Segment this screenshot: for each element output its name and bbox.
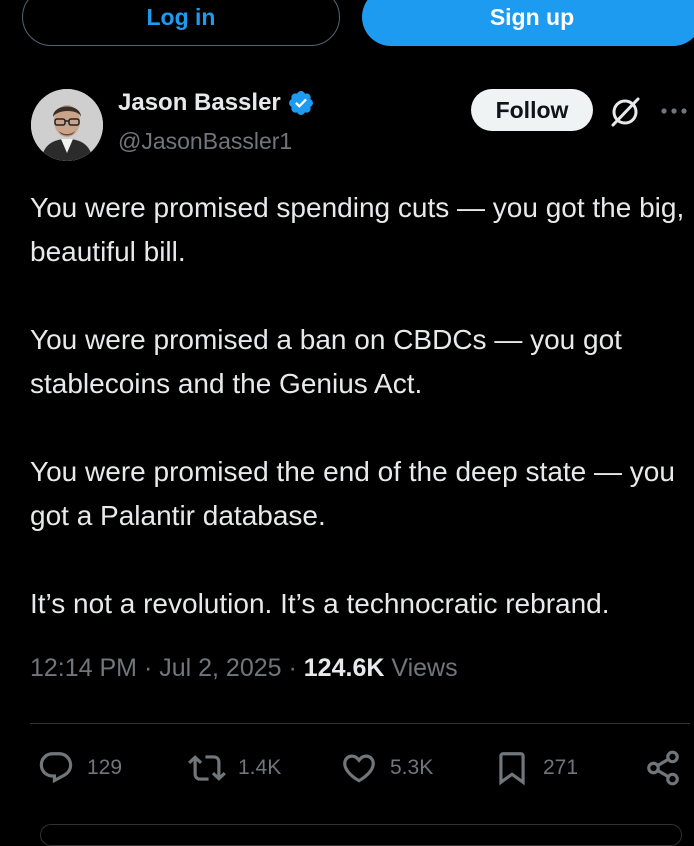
tweet-paragraph: You were promised the end of the deep st… — [30, 456, 675, 531]
bookmark-icon — [499, 752, 525, 786]
tweet-paragraph: It’s not a revolution. It’s a technocrat… — [30, 588, 610, 619]
login-button[interactable]: Log in — [22, 0, 340, 46]
next-card-edge — [40, 824, 682, 846]
meta-separator: · — [281, 654, 304, 682]
author-name-row[interactable]: Jason Bassler — [118, 89, 315, 117]
avatar[interactable] — [31, 89, 103, 161]
meta-separator: · — [137, 654, 160, 682]
views-count: 124.6K — [303, 654, 385, 682]
share-button[interactable] — [644, 749, 682, 787]
tweet-meta: 12:14 PM · Jul 2, 2025 · 124.6K Views — [30, 654, 458, 683]
repost-icon — [188, 755, 226, 781]
like-count: 5.3K — [390, 756, 434, 779]
repost-button[interactable]: 1.4K — [188, 749, 281, 787]
like-button[interactable]: 5.3K — [340, 749, 433, 787]
follow-button[interactable]: Follow — [471, 89, 593, 131]
tweet-date[interactable]: Jul 2, 2025 — [159, 654, 281, 682]
verified-badge-icon — [288, 91, 313, 115]
bookmark-button[interactable]: 271 — [493, 749, 578, 787]
grok-icon[interactable] — [607, 94, 643, 130]
tweet-time[interactable]: 12:14 PM — [30, 654, 137, 682]
tweet-paragraph: You were promised a ban on CBDCs — you g… — [30, 324, 622, 399]
reply-icon — [39, 752, 73, 784]
more-icon[interactable] — [658, 95, 690, 127]
bookmark-count: 271 — [543, 756, 579, 779]
heart-icon — [343, 754, 375, 783]
divider — [30, 723, 690, 724]
author-handle[interactable]: @JasonBassler1 — [118, 128, 292, 155]
repost-count: 1.4K — [238, 756, 282, 779]
share-icon — [647, 750, 679, 786]
signup-button[interactable]: Sign up — [362, 0, 694, 46]
author-name[interactable]: Jason Bassler — [118, 89, 281, 117]
reply-button[interactable]: 129 — [37, 749, 122, 787]
reply-count: 129 — [87, 756, 123, 779]
tweet-paragraph: You were promised spending cuts — you go… — [30, 192, 685, 267]
tweet-text: You were promised spending cuts — you go… — [30, 186, 694, 670]
views-label: Views — [391, 654, 458, 682]
